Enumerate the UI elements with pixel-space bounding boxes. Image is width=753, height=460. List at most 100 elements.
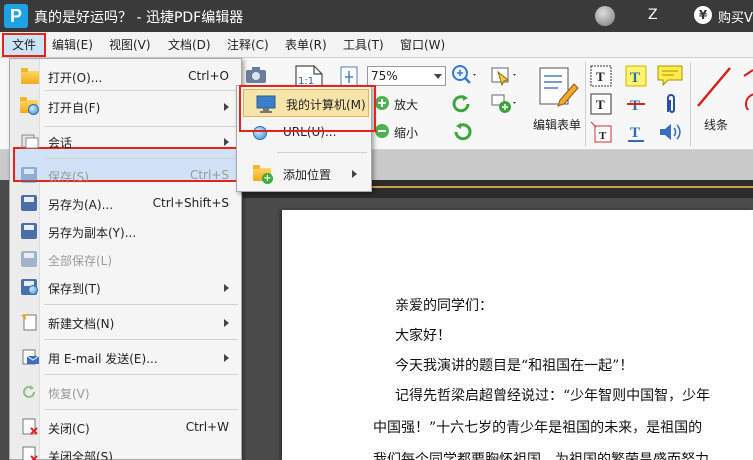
submenu-item-label: 添加位置: [283, 168, 332, 182]
close-document-icon: [20, 418, 40, 436]
email-icon: [20, 348, 40, 366]
menu-item-shortcut: Ctrl+O: [188, 69, 229, 83]
close-all-icon: [20, 446, 40, 460]
menu-item-label: 会话: [48, 136, 73, 150]
menu-edit[interactable]: 编辑(E): [52, 36, 93, 53]
menu-item-save-copy[interactable]: 另存为副本(Y)...: [10, 217, 241, 245]
menu-view[interactable]: 视图(V): [109, 36, 151, 53]
buy-button[interactable]: 购买V: [718, 7, 753, 26]
menu-item-close-all[interactable]: 关闭全部(S): [10, 441, 241, 460]
underline-icon[interactable]: T: [624, 120, 648, 144]
menu-tools[interactable]: 工具(T): [343, 36, 384, 53]
submenu-item-add-location[interactable]: + 添加位置: [237, 161, 371, 189]
menu-item-save[interactable]: 保存(S) Ctrl+S: [10, 161, 241, 189]
new-document-icon: [20, 313, 40, 331]
chevron-right-icon: [224, 138, 229, 146]
edit-form-icon[interactable]: [534, 64, 580, 110]
menu-form[interactable]: 表单(R): [285, 36, 327, 53]
folder-add-icon: +: [251, 165, 273, 184]
toolbar-separator: [690, 62, 691, 146]
menu-item-label: 打开(O)...: [48, 71, 103, 85]
folder-open-icon: [20, 67, 40, 85]
menu-item-new-document[interactable]: 新建文档(N): [10, 308, 241, 336]
folder-globe-icon: [20, 97, 40, 115]
yen-icon[interactable]: ¥: [694, 6, 712, 24]
magnifier-icon[interactable]: [451, 64, 479, 86]
document-page[interactable]: 亲爱的同学们： 大家好！ 今天我演讲的题目是“和祖国在一起”！ 记得先哲梁启超曾…: [282, 210, 753, 460]
menu-item-open-from[interactable]: 打开自(F): [10, 89, 241, 123]
menu-item-shortcut: Ctrl+W: [185, 420, 229, 434]
title-bar: P 真的是好运吗？ - 迅捷PDF编辑器 Z ¥ 购买V: [0, 0, 753, 32]
app-logo-icon: P: [4, 4, 28, 28]
shape-tool-icon[interactable]: [740, 64, 753, 115]
menu-item-shortcut: Ctrl+S: [189, 168, 229, 182]
line-tool-label[interactable]: 线条: [704, 116, 728, 133]
save-all-icon: [20, 250, 40, 268]
menu-item-session[interactable]: 会话: [10, 127, 241, 155]
menu-item-label: 打开自(F): [48, 101, 101, 115]
menu-item-save-to[interactable]: 保存到(T): [10, 273, 241, 301]
menu-item-email[interactable]: 用 E-mail 发送(E)...: [10, 343, 241, 371]
menu-item-label: 保存到(T): [48, 282, 101, 296]
text-box-icon[interactable]: T: [589, 64, 613, 88]
sound-icon[interactable]: [656, 120, 684, 144]
menu-item-label: 新建文档(N): [48, 317, 115, 331]
save-as-icon: [20, 194, 40, 212]
typewriter-icon[interactable]: T: [589, 92, 613, 116]
menu-item-save-all[interactable]: 全部保存(L): [10, 245, 241, 273]
menu-item-shortcut: Ctrl+Shift+S: [152, 196, 229, 210]
menu-item-label: 另存为副本(Y)...: [48, 226, 137, 240]
menu-separator: [44, 409, 238, 410]
chevron-down-icon: [434, 74, 442, 79]
menu-separator: [44, 158, 238, 159]
snapshot-icon[interactable]: [244, 66, 268, 84]
doc-line: 我们每个同学都要胸怀祖国，为祖国的繁荣昌盛而努力: [373, 452, 709, 460]
rotate-ccw-icon[interactable]: [451, 94, 473, 114]
menu-item-revert[interactable]: 恢复(V): [10, 378, 241, 406]
doc-line: 今天我演讲的题目是“和祖国在一起”！: [395, 358, 634, 374]
menu-separator: [44, 339, 238, 340]
zoom-in-label[interactable]: 放大: [394, 96, 418, 113]
rotate-cw-icon[interactable]: [451, 122, 473, 142]
chevron-right-icon: [224, 284, 229, 292]
menu-document[interactable]: 文档(D): [168, 36, 211, 53]
menu-item-label: 恢复(V): [48, 387, 90, 401]
attachment-icon[interactable]: [660, 92, 682, 116]
menu-item-close[interactable]: 关闭(C) Ctrl+W: [10, 413, 241, 441]
svg-text:T: T: [630, 70, 640, 86]
chevron-right-icon: [224, 354, 229, 362]
chevron-right-icon: [224, 319, 229, 327]
svg-text:T: T: [630, 98, 640, 114]
toolbar-separator: [585, 62, 586, 146]
note-icon[interactable]: [656, 64, 684, 88]
highlight-text-icon[interactable]: T: [624, 64, 648, 88]
strikeout-icon[interactable]: T: [624, 92, 648, 116]
zoom-select[interactable]: 75%: [367, 66, 446, 86]
edit-form-label[interactable]: 编辑表单: [533, 116, 581, 133]
session-icon: [20, 132, 40, 150]
user-initial[interactable]: Z: [648, 7, 658, 23]
callout-icon[interactable]: T: [589, 120, 613, 144]
menu-item-label: 另存为(A)...: [48, 198, 114, 212]
doc-line: 中国强！”十六七岁的青少年是祖国的未来，是祖国的: [373, 420, 703, 436]
save-to-icon: [20, 278, 40, 296]
select-form-icon[interactable]: [490, 64, 520, 88]
menu-item-open[interactable]: 打开(O)... Ctrl+O: [10, 62, 241, 90]
file-menu: 打开(O)... Ctrl+O 打开自(F) 会话 保存(S) Ctrl+S 另…: [9, 58, 242, 460]
doc-line: 大家好！: [395, 328, 451, 344]
line-tool-icon[interactable]: [694, 64, 734, 110]
menu-file[interactable]: 文件: [2, 33, 46, 57]
menu-window[interactable]: 窗口(W): [400, 36, 445, 53]
menu-item-save-as[interactable]: 另存为(A)... Ctrl+Shift+S: [10, 189, 241, 217]
zoom-out-label[interactable]: 缩小: [394, 124, 418, 141]
svg-text:T: T: [599, 130, 607, 142]
chevron-right-icon: [224, 103, 229, 111]
add-field-icon[interactable]: [490, 92, 520, 116]
menu-item-label: 关闭(C): [48, 422, 90, 436]
doc-line: 亲爱的同学们：: [395, 298, 493, 314]
chevron-right-icon: [352, 170, 357, 178]
revert-icon: [20, 383, 40, 401]
user-avatar[interactable]: [595, 6, 615, 26]
menu-item-label: 全部保存(L): [48, 254, 113, 268]
menu-comment[interactable]: 注释(C): [227, 36, 269, 53]
